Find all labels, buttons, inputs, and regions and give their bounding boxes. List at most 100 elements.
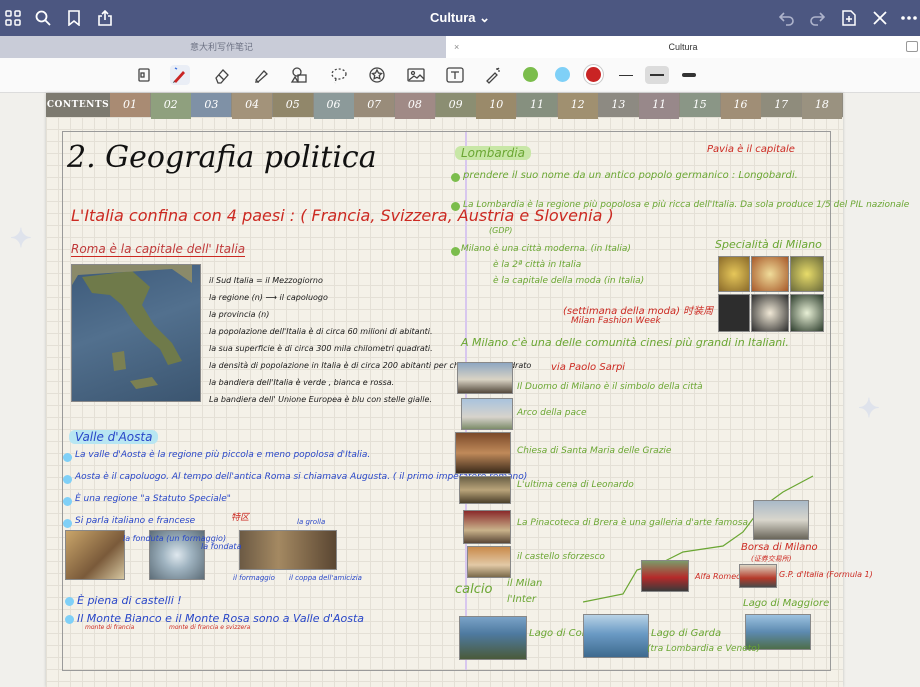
notebook-tab-7[interactable]: 07: [354, 93, 395, 117]
aosta-end-line-bullet-1: [65, 597, 74, 606]
redo-icon[interactable]: [808, 9, 826, 27]
search-icon[interactable]: [34, 9, 52, 27]
text-icon[interactable]: [445, 65, 465, 85]
add-page-icon[interactable]: [840, 9, 858, 27]
tab-writing-notes[interactable]: 意大利写作笔记: [0, 36, 443, 58]
sight-caption-3: Chiesa di Santa Maria delle Grazie: [517, 446, 672, 456]
lago-garda-photo: [583, 614, 649, 658]
split-view-icon[interactable]: [906, 41, 918, 52]
lombardia-line-5: è la 2ª città in Italia: [493, 260, 582, 270]
fact-line-5: la sua superficie è di circa 300 mila ch…: [209, 344, 433, 353]
fact-line-1: il Sud Italia = il Mezzogiorno: [209, 276, 323, 285]
aosta-line-bullet-4: [63, 519, 72, 528]
drawing-toolbar: [0, 58, 920, 93]
aosta-line-bullet-2: [63, 475, 72, 484]
notebook-tab-6[interactable]: 06: [313, 93, 354, 119]
more-icon[interactable]: [900, 9, 918, 27]
arco-photo: [461, 398, 513, 430]
notebook-tab-13[interactable]: 13: [598, 93, 639, 117]
notebook-tab-14[interactable]: 11: [639, 93, 680, 119]
notebook-tab-10[interactable]: 10: [476, 93, 517, 119]
notebook-tab-5[interactable]: 05: [272, 93, 313, 117]
notebook-tab-15[interactable]: 15: [679, 93, 720, 117]
aosta-line-3: È una regione "a Statuto Speciale": [75, 494, 231, 504]
settimana-text: (settimana della moda) 时装周: [563, 306, 714, 317]
borsa-note: (证券交易所): [751, 555, 792, 563]
color-red-swatch[interactable]: [586, 67, 601, 82]
notebook-page[interactable]: CONTENTS 01 02 03 04 05 06 07 08 09 10 11 12 13 11 15 1…: [46, 93, 909, 687]
tab-label: 意大利写作笔记: [189, 42, 253, 52]
tab-cultura[interactable]: × Cultura: [446, 36, 920, 58]
highlighter-icon[interactable]: [251, 65, 271, 85]
color-green-swatch[interactable]: [523, 67, 538, 82]
aosta-line-bullet-1: [63, 453, 72, 462]
tab-contents[interactable]: CONTENTS: [46, 93, 110, 117]
gp-text: G.P. d'Italia (Formula 1): [779, 570, 873, 579]
specialita-heading: Specialità di Milano: [715, 238, 822, 251]
shapes-icon[interactable]: [289, 65, 309, 85]
notebook-tab-16[interactable]: 16: [720, 93, 761, 119]
aosta-heading: Valle d'Aosta: [69, 430, 159, 444]
pen-width-thin[interactable]: [614, 66, 638, 84]
notebook-tab-18[interactable]: 18: [801, 93, 842, 119]
grid-icon[interactable]: [4, 9, 22, 27]
notebook-tab-strip: CONTENTS 01 02 03 04 05 06 07 08 09 10 11 12 13 11 15 1…: [46, 93, 843, 119]
image-icon[interactable]: [406, 65, 426, 85]
document-title[interactable]: Cultura ⌄: [430, 10, 490, 25]
monte-caption-1: monte di francia: [85, 624, 135, 631]
fact-line-3: la provincia (n): [209, 310, 270, 319]
sticker-icon[interactable]: [367, 65, 387, 85]
italy-satellite-map: [71, 264, 201, 402]
lago-garda-text: Lago di Garda: [651, 628, 722, 639]
notebook-tab-1[interactable]: 01: [110, 93, 150, 117]
tab-label: Cultura: [668, 42, 698, 52]
formaggio-label: il formaggio: [233, 574, 275, 582]
lago-maggiore-text: Lago di Maggiore: [743, 598, 830, 609]
aosta-line-4: Si parla italiano e francese: [75, 516, 196, 526]
notebook-tab-3[interactable]: 03: [191, 93, 232, 117]
lombardia-line-2: La Lombardia è la regione più popolosa e…: [463, 200, 910, 210]
lombardia-line-1: prendere il suo nome da un antico popolo…: [463, 170, 798, 181]
lasso-icon[interactable]: [329, 65, 349, 85]
club-inter: l'Inter: [507, 594, 536, 605]
calcio-text: calcio: [455, 582, 493, 597]
aosta-line-bullet-3: [63, 497, 72, 506]
borsa-text: Borsa di Milano: [741, 542, 818, 553]
specialita-photo-3: [790, 256, 824, 292]
eraser-icon[interactable]: [212, 65, 232, 85]
notebook-tab-4[interactable]: 04: [232, 93, 273, 119]
share-icon[interactable]: [96, 9, 114, 27]
lombardia-heading: Lombardia: [455, 146, 531, 160]
close-icon[interactable]: [871, 9, 889, 27]
notebook-tab-17[interactable]: 17: [761, 93, 802, 117]
notebook-tab-2[interactable]: 02: [150, 93, 191, 119]
notebook-tab-8[interactable]: 08: [394, 93, 435, 119]
notebook-tab-9[interactable]: 09: [435, 93, 476, 117]
tab-close-icon[interactable]: ×: [454, 36, 459, 58]
bookmark-icon[interactable]: [65, 9, 83, 27]
fonduta-photo: [65, 530, 125, 580]
specialita-photo-2: [751, 256, 789, 292]
reader-icon[interactable]: [134, 65, 154, 85]
fashion-week-text: Milan Fashion Week: [571, 316, 661, 326]
pen-width-thick[interactable]: [677, 66, 701, 84]
undo-icon[interactable]: [778, 9, 796, 27]
lombardia-line-4: Milano è una città moderna. (in Italia): [461, 244, 631, 254]
laser-icon[interactable]: [483, 65, 503, 85]
roma-text: Roma è la capitale dell' Italia: [71, 242, 246, 257]
lombardia-line-3: (GDP): [489, 226, 513, 235]
pen-icon[interactable]: [170, 65, 190, 85]
color-lightblue-swatch[interactable]: [555, 67, 570, 82]
monte-caption-2: monte di francia e svizzera: [169, 624, 251, 631]
pavia-note: Pavia è il capitale: [707, 144, 795, 155]
duomo-photo: [457, 362, 513, 394]
castello-photo: [467, 546, 511, 578]
notebook-tab-11[interactable]: 11: [517, 93, 557, 117]
notebook-tab-12[interactable]: 12: [557, 93, 598, 119]
lombardia-bullet-1: [451, 173, 460, 182]
lombardia-bullet-2: [451, 202, 460, 211]
page-content: 2. Geografia politica L'Italia confina c…: [62, 131, 909, 671]
pen-width-medium[interactable]: [645, 66, 669, 84]
aosta-end-line-1: È piena di castelli !: [77, 594, 182, 607]
ferrari-photo: [739, 564, 777, 588]
